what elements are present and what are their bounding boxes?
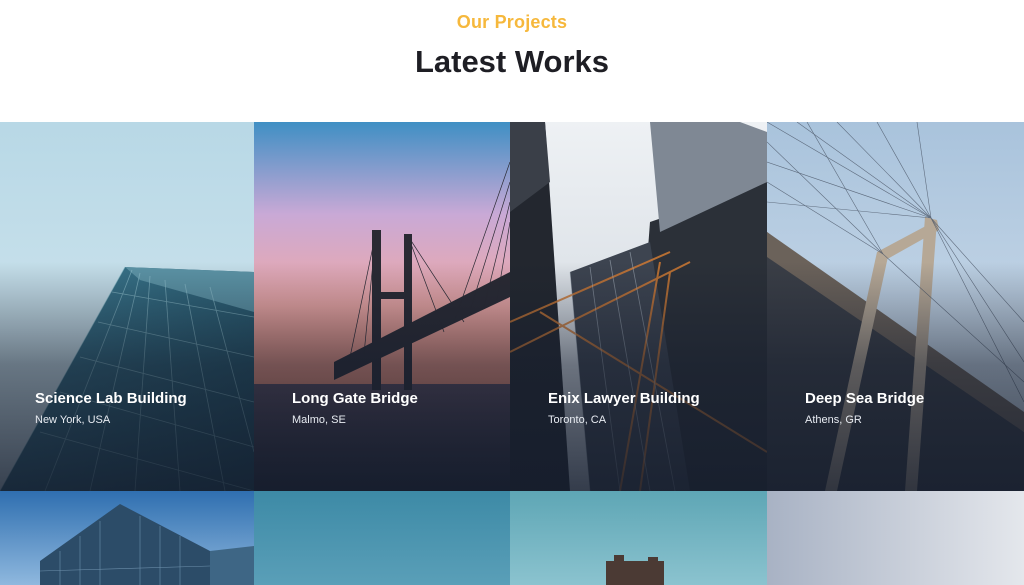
card-overlay (0, 262, 254, 491)
project-caption: Long Gate Bridge Malmo, SE (292, 387, 462, 426)
project-title[interactable]: Science Lab Building (35, 387, 205, 410)
project-image (767, 491, 1024, 585)
project-caption: Enix Lawyer Building Toronto, CA (548, 387, 718, 426)
card-overlay (767, 262, 1024, 491)
project-location: New York, USA (35, 414, 111, 426)
section-header: Our Projects Latest Works (0, 0, 1024, 122)
project-title[interactable]: Long Gate Bridge (292, 387, 462, 410)
project-caption: Science Lab Building New York, USA (35, 387, 205, 426)
project-card-enix-lawyer[interactable]: Enix Lawyer Building Toronto, CA (510, 122, 767, 491)
project-location: Athens, GR (805, 414, 862, 426)
project-image (0, 491, 254, 585)
project-card-deep-sea-bridge[interactable]: Deep Sea Bridge Athens, GR (767, 122, 1024, 491)
project-card[interactable] (510, 491, 767, 585)
project-caption: Deep Sea Bridge Athens, GR (805, 387, 975, 426)
project-title[interactable]: Deep Sea Bridge (805, 387, 975, 410)
project-location: Malmo, SE (292, 414, 346, 426)
section-eyebrow: Our Projects (456, 12, 568, 32)
project-image (254, 491, 510, 585)
project-card[interactable] (767, 491, 1024, 585)
section-heading: Latest Works (414, 44, 610, 79)
project-location: Toronto, CA (548, 414, 607, 426)
project-card-science-lab[interactable]: Science Lab Building New York, USA (0, 122, 254, 491)
projects-grid: Science Lab Building New York, USA Long … (0, 122, 1024, 585)
project-card[interactable] (254, 491, 510, 585)
card-overlay (510, 262, 767, 491)
project-title[interactable]: Enix Lawyer Building (548, 387, 718, 410)
card-overlay (254, 262, 510, 491)
project-image (510, 491, 767, 585)
project-card-long-gate-bridge[interactable]: Long Gate Bridge Malmo, SE (254, 122, 510, 491)
project-card[interactable] (0, 491, 254, 585)
